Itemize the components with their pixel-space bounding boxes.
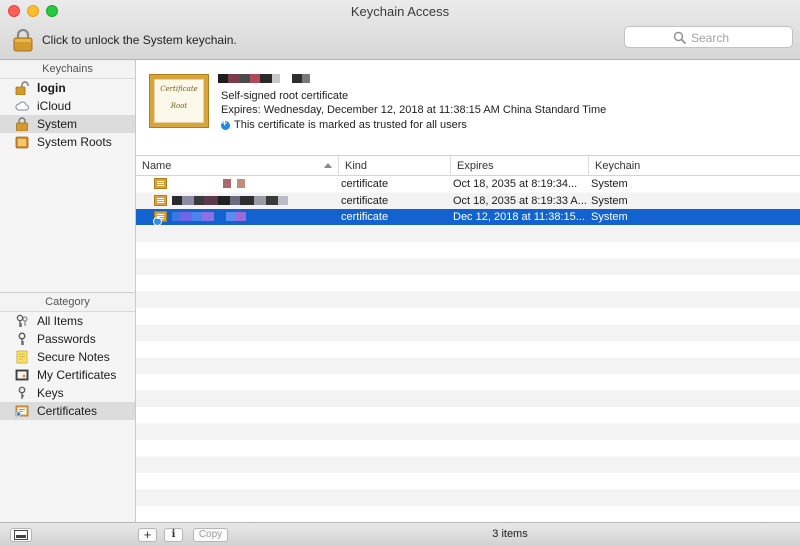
keychain-item-label: System Roots bbox=[37, 135, 112, 149]
certificate-icon bbox=[154, 194, 167, 206]
certificate-image-subtitle: Root bbox=[170, 102, 188, 110]
sidebar-toggle-icon bbox=[14, 530, 28, 540]
category-item-label: Passwords bbox=[37, 332, 96, 346]
row-kind: certificate bbox=[341, 194, 389, 207]
keychain-item-label: iCloud bbox=[37, 99, 72, 113]
row-expires: Oct 18, 2035 at 8:19:34... bbox=[453, 178, 578, 190]
certificate-large-icon: Certificate Root bbox=[149, 74, 209, 128]
category-item-label: My Certificates bbox=[37, 368, 117, 382]
table-row[interactable]: certificate Oct 18, 2035 at 8:19:34... S… bbox=[136, 176, 800, 192]
category-item-label: All Items bbox=[37, 314, 84, 328]
category-item-certificates[interactable]: Certificates bbox=[0, 402, 135, 420]
keychain-item-icloud[interactable]: iCloud bbox=[0, 97, 135, 115]
category-item-all-items[interactable]: All Items bbox=[0, 312, 135, 330]
category-header: Category bbox=[0, 292, 135, 312]
redacted-certificate-name bbox=[218, 74, 310, 83]
bottom-bar: + i Copy 3 items bbox=[0, 522, 800, 546]
certificate-expires: Expires: Wednesday, December 12, 2018 at… bbox=[221, 104, 607, 116]
lock-icon[interactable] bbox=[12, 28, 34, 52]
category-item-my-certificates[interactable]: My Certificates bbox=[0, 366, 135, 384]
add-item-button[interactable]: + bbox=[138, 528, 157, 542]
certificate-icon bbox=[15, 369, 29, 381]
main-content: Certificate Root Self-signed root certif… bbox=[136, 60, 800, 522]
keychain-item-label: login bbox=[37, 81, 66, 95]
sidebar: Keychains login iCloud System System Roo… bbox=[0, 60, 136, 522]
certificate-image-title: Certificate bbox=[160, 85, 198, 93]
category-section: Category All Items Passwords Secure Note… bbox=[0, 292, 135, 420]
single-key-icon bbox=[18, 386, 26, 399]
certificate-icon bbox=[15, 405, 29, 417]
keychain-item-label: System bbox=[37, 117, 78, 131]
row-kind: certificate bbox=[341, 211, 389, 223]
table-row-selected[interactable]: certificate Dec 12, 2018 at 11:38:15... … bbox=[136, 209, 800, 226]
certificate-type: Self-signed root certificate bbox=[221, 90, 349, 102]
redacted-name bbox=[172, 195, 288, 205]
item-count: 3 items bbox=[492, 528, 528, 540]
search-icon bbox=[673, 31, 687, 45]
row-expires: Oct 18, 2035 at 8:19:33 A... bbox=[453, 194, 587, 207]
column-header-name[interactable]: Name bbox=[136, 156, 339, 176]
trusted-certificate-icon bbox=[153, 211, 167, 226]
password-key-icon bbox=[18, 332, 26, 345]
redacted-name bbox=[172, 212, 246, 221]
category-item-label: Certificates bbox=[37, 404, 98, 418]
certificate-table: certificate Oct 18, 2035 at 8:19:34... S… bbox=[136, 176, 800, 522]
key-icon bbox=[16, 314, 28, 327]
column-header-expires[interactable]: Expires bbox=[451, 156, 589, 176]
search-placeholder: Search bbox=[691, 31, 730, 45]
copy-button[interactable]: Copy bbox=[193, 528, 228, 542]
lock-open-icon bbox=[15, 81, 29, 95]
category-item-secure-notes[interactable]: Secure Notes bbox=[0, 348, 135, 366]
category-item-label: Keys bbox=[37, 386, 64, 400]
search-field[interactable]: Search bbox=[624, 26, 793, 48]
row-keychain: System bbox=[591, 194, 628, 207]
column-header-keychain[interactable]: Keychain bbox=[589, 156, 800, 176]
trusted-plus-icon bbox=[221, 118, 230, 130]
category-item-passwords[interactable]: Passwords bbox=[0, 330, 135, 348]
redacted-name bbox=[223, 179, 245, 188]
keychain-box-icon bbox=[15, 136, 29, 149]
row-keychain: System bbox=[591, 178, 628, 190]
lock-message: Click to unlock the System keychain. bbox=[42, 33, 237, 47]
certificate-icon bbox=[154, 178, 167, 189]
sort-ascending-icon bbox=[324, 163, 332, 168]
trust-status-text: This certificate is marked as trusted fo… bbox=[234, 119, 467, 131]
cloud-icon bbox=[15, 101, 29, 111]
keychain-item-login[interactable]: login bbox=[0, 79, 135, 97]
window-title: Keychain Access bbox=[350, 4, 450, 19]
table-row[interactable]: certificate Oct 18, 2035 at 8:19:33 A...… bbox=[136, 193, 800, 209]
info-button[interactable]: i bbox=[164, 528, 183, 542]
category-item-keys[interactable]: Keys bbox=[0, 384, 135, 402]
column-header-name-label: Name bbox=[142, 160, 172, 172]
row-expires: Dec 12, 2018 at 11:38:15... bbox=[453, 211, 585, 223]
certificate-detail-panel: Certificate Root Self-signed root certif… bbox=[136, 60, 800, 156]
row-keychain: System bbox=[591, 211, 628, 223]
keychain-item-system[interactable]: System bbox=[0, 115, 135, 133]
row-kind: certificate bbox=[341, 178, 389, 190]
keychains-header: Keychains bbox=[0, 60, 135, 79]
column-header-kind[interactable]: Kind bbox=[339, 156, 451, 176]
toggle-sidebar-button[interactable] bbox=[10, 528, 32, 542]
note-icon bbox=[16, 350, 28, 364]
keychain-item-system-roots[interactable]: System Roots bbox=[0, 133, 135, 151]
category-item-label: Secure Notes bbox=[37, 350, 110, 364]
window-toolbar: Keychain Access Click to unlock the Syst… bbox=[0, 0, 800, 60]
table-header: Name Kind Expires Keychain bbox=[136, 156, 800, 176]
lock-closed-icon bbox=[16, 117, 28, 131]
trust-status: This certificate is marked as trusted fo… bbox=[221, 118, 467, 131]
